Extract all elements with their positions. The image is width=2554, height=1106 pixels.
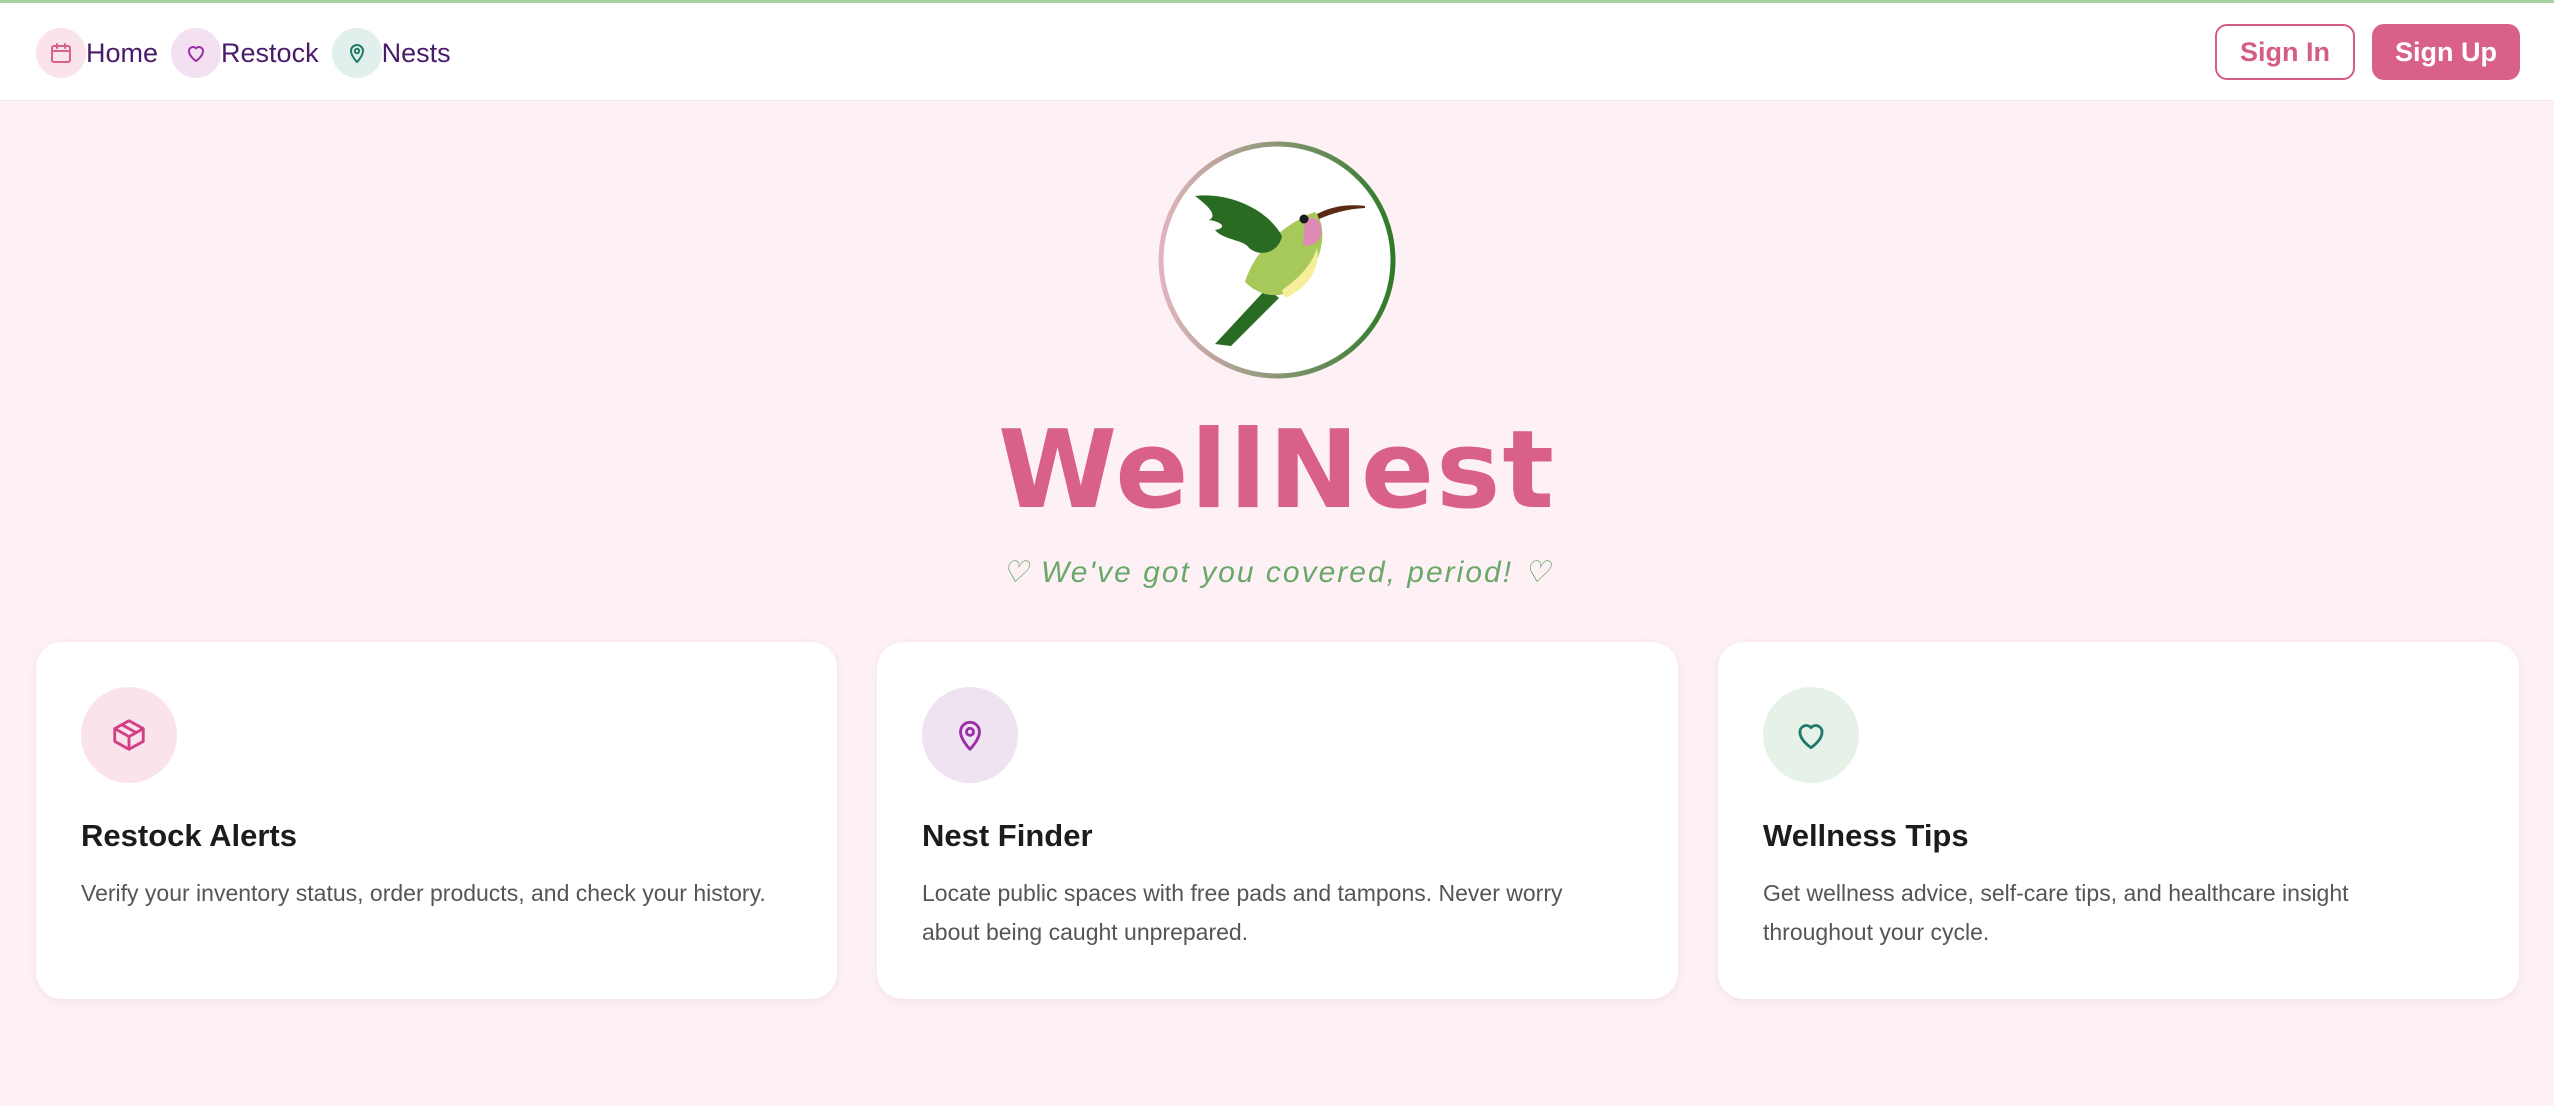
brand-title: WellNest [997,408,1557,533]
card-wellness-tips[interactable]: Wellness Tips Get wellness advice, self-… [1718,642,2519,999]
nav-label-home: Home [86,37,159,68]
nav-label-nests: Nests [381,37,451,68]
card-description: Verify your inventory status, order prod… [81,880,766,906]
card-nest-finder[interactable]: Nest Finder Locate public spaces with fr… [877,642,1678,999]
map-pin-icon [922,687,1018,783]
nav-item-restock[interactable]: Restock [171,28,319,78]
hummingbird-logo [1157,140,1397,380]
nav-label-restock: Restock [221,37,319,68]
feature-cards: Restock Alerts Verify your inventory sta… [36,642,2519,999]
calendar-icon [36,28,86,78]
sign-in-button[interactable]: Sign In [2215,24,2355,80]
nav-item-home[interactable]: Home [36,28,158,78]
sign-up-button[interactable]: Sign Up [2372,24,2520,80]
card-title: Restock Alerts [81,818,297,853]
card-title: Wellness Tips [1763,818,1969,853]
nav-item-nests[interactable]: Nests [331,28,451,78]
card-title: Nest Finder [922,818,1093,853]
package-icon [81,687,177,783]
auth-buttons: Sign In Sign Up [2215,24,2520,80]
card-description: Locate public spaces with free pads and … [922,880,1563,945]
card-restock-alerts[interactable]: Restock Alerts Verify your inventory sta… [36,642,837,999]
top-nav-bar: Home Restock Nests Sign In Sign Up [0,3,2554,101]
card-description: Get wellness advice, self-care tips, and… [1763,880,2349,945]
heart-icon [171,28,222,78]
main-nav: Home Restock Nests [36,28,464,78]
map-pin-icon [331,28,382,78]
heart-icon [1763,687,1859,783]
tagline: ♡ We've got you covered, period! ♡ [1001,556,1553,589]
